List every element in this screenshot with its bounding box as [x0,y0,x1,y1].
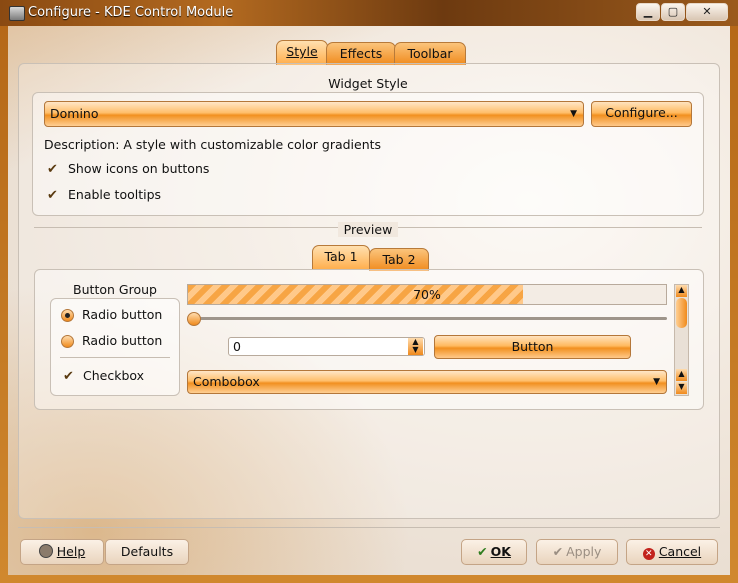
cancel-button-label: Cancel [658,544,702,559]
scroll-up-icon[interactable]: ▲ [676,369,687,381]
apply-button-label: Apply [566,544,602,559]
tooltips-label: Enable tooltips [68,187,162,202]
apply-button[interactable]: ✔ Apply [536,539,618,565]
preview-tab-1-label: Tab 1 [324,249,358,264]
footer-separator [18,527,720,528]
slider-track [191,317,667,320]
close-button[interactable]: ✕ [686,3,728,21]
ok-button[interactable]: ✔ OK [461,539,527,565]
chevron-down-icon: ▼ [570,109,577,119]
style-combobox-value: Domino [50,106,99,121]
defaults-button-label: Defaults [120,544,174,559]
button-group-separator [60,357,170,358]
help-button[interactable]: Help [20,539,104,565]
help-button-label: Help [56,544,86,559]
dialog-client: Style Effects Toolbar Widget Style Domin… [8,26,730,575]
show-icons-checkbox[interactable]: ✔ [46,163,59,176]
window-title: Configure - KDE Control Module [28,5,234,20]
tab-effects-label: Effects [339,46,383,61]
spinbox-arrows[interactable]: ▲ ▼ [408,338,423,355]
checkmark-icon: ✔ [477,544,488,559]
widget-style-heading: Widget Style [328,76,408,91]
preview-tab-1[interactable]: Tab 1 [312,245,370,270]
tab-style[interactable]: Style [276,40,328,65]
style-description: Description: A style with customizable c… [44,137,382,152]
preview-heading: Preview [30,222,706,237]
progress-text: 70% [413,287,441,302]
tab-toolbar[interactable]: Toolbar [394,42,466,65]
cancel-button[interactable]: ✕ Cancel [626,539,718,565]
progress-bar: 70% [187,284,667,305]
preview-heading-text: Preview [337,222,399,237]
tooltips-checkbox[interactable]: ✔ [46,189,59,202]
show-icons-label: Show icons on buttons [68,161,210,176]
tab-toolbar-label: Toolbar [407,46,453,61]
minimize-button[interactable]: ▁ [636,3,660,21]
spinbox-input[interactable]: 0 [228,337,425,356]
chevron-down-icon: ▼ [653,377,660,387]
style-combobox[interactable]: Domino ▼ [44,101,584,127]
button-group-title: Button Group [73,282,157,297]
configure-button[interactable]: Configure... [591,101,692,127]
ok-button-label: OK [490,544,511,559]
scroll-up-icon[interactable]: ▲ [676,285,687,297]
scrollbar[interactable]: ▲ ▲ ▼ [674,284,689,396]
help-icon [38,544,53,558]
preview-tab-2-label: Tab 2 [382,252,416,267]
preview-button[interactable]: Button [434,335,631,359]
scroll-down-icon[interactable]: ▼ [676,382,687,394]
defaults-button[interactable]: Defaults [105,539,189,565]
checkmark-icon: ✔ [552,544,564,559]
radio-button-2[interactable] [61,335,74,348]
tab-effects[interactable]: Effects [326,42,396,65]
radio-button-1-label: Radio button [82,307,163,322]
preview-tab-2[interactable]: Tab 2 [369,248,429,271]
preview-combobox[interactable]: Combobox ▼ [187,370,667,394]
preview-checkbox-label: Checkbox [83,368,145,383]
title-bar[interactable]: Configure - KDE Control Module ▁ ▢ ✕ [0,0,738,26]
cancel-icon: ✕ [642,548,655,560]
app-icon [9,6,25,21]
slider-handle[interactable] [187,312,201,326]
preview-checkbox[interactable]: ✔ [62,370,75,383]
maximize-button[interactable]: ▢ [661,3,685,21]
radio-button-2-label: Radio button [82,333,163,348]
preview-combobox-value: Combobox [193,374,260,389]
tab-style-label: Style [286,44,318,59]
spinbox-value: 0 [233,339,241,354]
scrollbar-thumb[interactable] [676,298,687,328]
radio-button-1[interactable] [61,309,74,322]
